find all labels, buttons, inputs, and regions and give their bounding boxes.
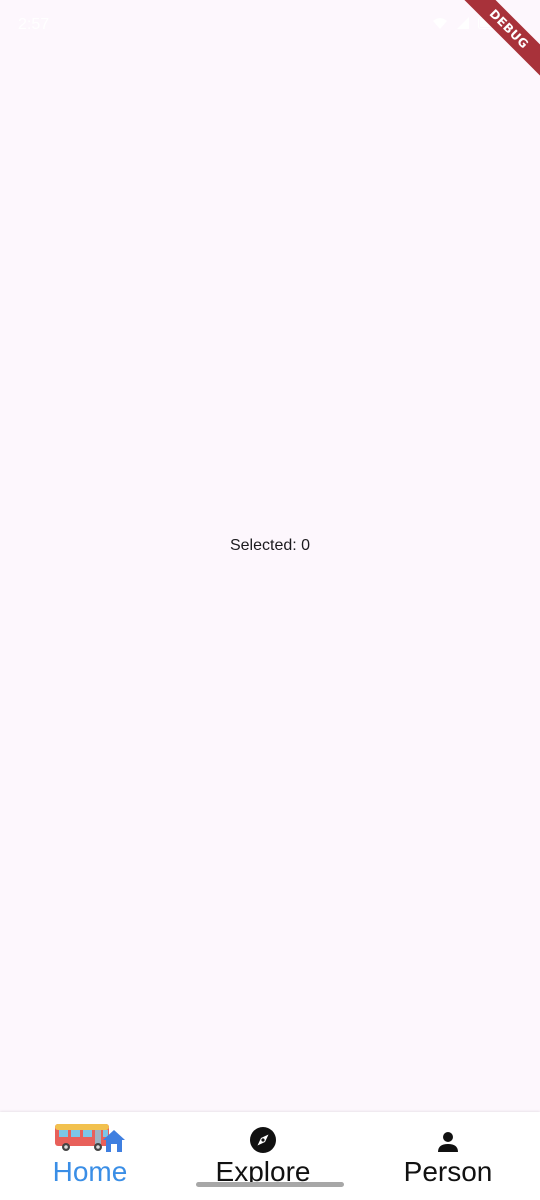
nav-explore-icon-wrap [249, 1112, 277, 1154]
bus-home-icon [55, 1124, 125, 1152]
gesture-navigation-handle[interactable] [196, 1182, 344, 1187]
nav-home-icon-wrap [54, 1112, 126, 1154]
nav-person-icon-wrap [436, 1112, 460, 1154]
nav-item-home[interactable]: Home [0, 1112, 180, 1200]
wifi-icon [433, 18, 447, 29]
status-time: 2:57 [18, 16, 50, 33]
signal-icon [457, 17, 469, 29]
nav-label-home: Home [52, 1156, 128, 1187]
nav-item-person[interactable]: Person [358, 1112, 538, 1200]
compass-icon [250, 1127, 276, 1153]
person-icon [438, 1132, 458, 1152]
selected-index-text: Selected: 0 [229, 537, 311, 554]
status-bar: 2:57 [0, 0, 540, 52]
nav-label-person: Person [403, 1156, 493, 1187]
